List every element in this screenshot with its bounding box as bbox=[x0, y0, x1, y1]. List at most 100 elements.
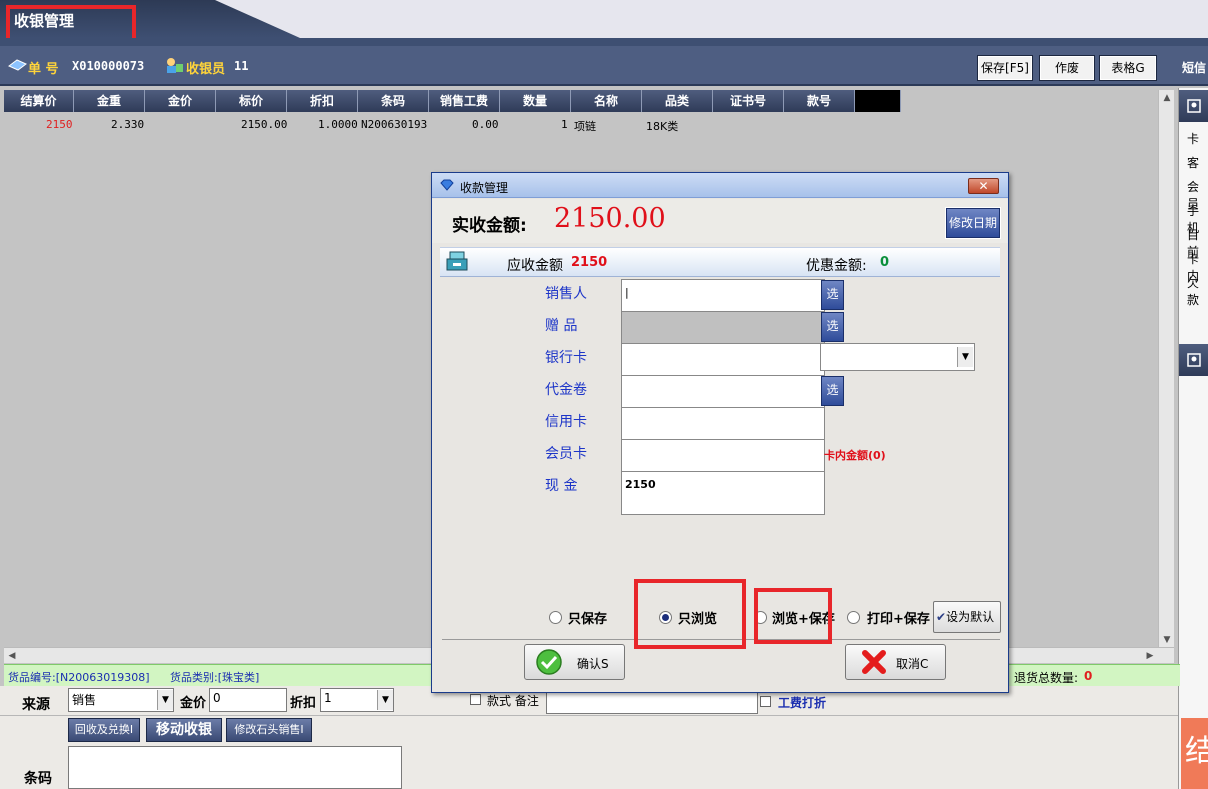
info-bar: 单 号 X010000073 收银员 11 保存[F5] 作废 表格G 短信 bbox=[0, 46, 1208, 86]
cash-input[interactable]: 2150 bbox=[621, 471, 825, 515]
actual-amount-label: 实收金额: bbox=[452, 216, 527, 236]
col-list-price[interactable]: 标价 bbox=[216, 90, 287, 112]
gold-price-label: 金价 bbox=[180, 696, 207, 711]
scroll-right-icon[interactable]: ▶ bbox=[1142, 648, 1158, 664]
due-amount-label: 应收金额 bbox=[507, 258, 563, 274]
cell-name: 项链 bbox=[574, 120, 596, 133]
grid-vertical-scrollbar[interactable]: ▲ ▼ bbox=[1158, 90, 1174, 648]
cell-labor-fee: 0.00 bbox=[472, 118, 499, 131]
labor-discount-label: 工费打折 bbox=[778, 696, 827, 710]
col-discount[interactable]: 折扣 bbox=[287, 90, 358, 112]
chevron-down-icon[interactable]: ▼ bbox=[157, 690, 173, 710]
cashier-label: 收银员 bbox=[186, 62, 226, 77]
scroll-up-icon[interactable]: ▲ bbox=[1159, 90, 1175, 106]
col-labor-fee[interactable]: 销售工费 bbox=[429, 90, 500, 112]
scroll-down-icon[interactable]: ▼ bbox=[1159, 632, 1175, 648]
item-category-status: 货品类别:[珠宝类] bbox=[170, 671, 260, 684]
scroll-left-icon[interactable]: ◀ bbox=[4, 648, 20, 664]
col-barcode[interactable]: 条码 bbox=[358, 90, 429, 112]
chevron-down-icon[interactable]: ▼ bbox=[957, 347, 973, 367]
cash-label: 现 金 bbox=[545, 478, 578, 494]
chevron-down-icon[interactable]: ▼ bbox=[377, 690, 393, 710]
discount-label: 折扣 bbox=[290, 696, 317, 711]
table-button[interactable]: 表格G bbox=[1099, 55, 1157, 81]
amount-row: 实收金额: 2150.00 修改日期 bbox=[432, 199, 1008, 243]
diamond-icon bbox=[440, 179, 454, 191]
style-checkbox[interactable] bbox=[470, 694, 481, 705]
gift-label: 赠 品 bbox=[545, 318, 578, 334]
col-settle-price[interactable]: 结算价 bbox=[4, 90, 74, 112]
cash-register-icon bbox=[444, 249, 470, 273]
col-gold-weight[interactable]: 金重 bbox=[74, 90, 145, 112]
col-extra[interactable] bbox=[855, 90, 901, 112]
order-no-label: 单 号 bbox=[28, 62, 59, 77]
modify-date-button[interactable]: 修改日期 bbox=[945, 207, 1001, 239]
barcode-input[interactable] bbox=[68, 746, 402, 789]
radio-print-save-label[interactable]: 打印+保存 bbox=[867, 608, 930, 627]
form-divider bbox=[0, 715, 1178, 716]
book-icon bbox=[8, 58, 28, 72]
cashier-icon bbox=[164, 56, 184, 74]
return-total-label: 退货总数量: bbox=[1014, 671, 1079, 685]
bank-select[interactable]: ▼ bbox=[820, 343, 975, 371]
cell-gold-weight: 2.330 bbox=[111, 118, 145, 131]
cell-qty: 1 bbox=[561, 118, 568, 131]
note-input[interactable] bbox=[546, 690, 758, 714]
col-name[interactable]: 名称 bbox=[571, 90, 642, 112]
return-total-value: 0 bbox=[1084, 669, 1093, 683]
checkout-button[interactable]: 结 bbox=[1181, 718, 1208, 789]
cancel-button[interactable]: 取消C bbox=[845, 644, 946, 680]
cell-list-price: 2150.00 bbox=[241, 118, 288, 131]
salesperson-pick-button[interactable]: 选 bbox=[821, 280, 844, 310]
set-default-label: 设为默认 bbox=[946, 610, 995, 624]
radio-save-only[interactable] bbox=[549, 611, 562, 624]
confirm-label: 确认S bbox=[577, 657, 609, 671]
col-qty[interactable]: 数量 bbox=[500, 90, 571, 112]
recycle-exchange-button[interactable]: 回收及兑换I bbox=[68, 718, 140, 742]
col-category[interactable]: 品类 bbox=[642, 90, 713, 112]
gift-pick-button[interactable]: 选 bbox=[821, 312, 844, 342]
set-default-button[interactable]: ✔设为默认 bbox=[933, 601, 1001, 633]
sms-button[interactable]: 短信 bbox=[1182, 59, 1206, 76]
source-label: 来源 bbox=[22, 697, 50, 713]
due-amount-value: 2150 bbox=[571, 255, 608, 270]
modify-stone-sale-button[interactable]: 修改石头销售I bbox=[226, 718, 312, 742]
source-select[interactable]: 销售 ▼ bbox=[68, 688, 174, 712]
side-panel-header[interactable] bbox=[1179, 90, 1208, 122]
close-icon[interactable]: ✕ bbox=[968, 178, 999, 194]
cancel-label: 取消C bbox=[896, 657, 929, 671]
voucher-pick-button[interactable]: 选 bbox=[821, 376, 844, 406]
bank-card-label: 银行卡 bbox=[545, 350, 587, 366]
side-label-debt: 欠款 bbox=[1187, 276, 1200, 307]
card-balance-text: 卡内金额(0) bbox=[824, 449, 886, 462]
discount-amount-label: 优惠金额: bbox=[806, 258, 867, 274]
col-certificate[interactable]: 证书号 bbox=[713, 90, 784, 112]
gold-price-input[interactable]: 0 bbox=[209, 688, 287, 712]
save-button[interactable]: 保存[F5] bbox=[977, 55, 1033, 81]
confirm-button[interactable]: 确认S bbox=[524, 644, 625, 680]
radio-print-save[interactable] bbox=[847, 611, 860, 624]
close-x-icon bbox=[860, 648, 888, 676]
side-label-card: 卡 bbox=[1187, 132, 1200, 146]
mobile-checkout-button[interactable]: 移动收银 bbox=[146, 718, 222, 742]
entry-form: 来源 销售 ▼ 金价 0 折扣 1 ▼ 款式 备注 工费打折 回收及兑换I 移动… bbox=[0, 686, 1178, 789]
col-gold-price[interactable]: 金价 bbox=[145, 90, 216, 112]
barcode-label: 条码 bbox=[24, 771, 52, 787]
voucher-label: 代金卷 bbox=[545, 382, 587, 398]
discount-amount-value: 0 bbox=[880, 255, 890, 270]
grid-header: 结算价 金重 金价 标价 折扣 条码 销售工费 数量 名称 品类 证书号 款号 bbox=[4, 90, 901, 112]
highlight-box-browse-only bbox=[634, 579, 746, 649]
salesperson-label: 销售人 bbox=[545, 286, 587, 302]
summary-band: 应收金额 2150 优惠金额: 0 bbox=[440, 247, 1000, 277]
labor-discount-checkbox[interactable] bbox=[760, 696, 771, 707]
void-button[interactable]: 作废 bbox=[1039, 55, 1095, 81]
dialog-title: 收款管理 bbox=[460, 181, 509, 195]
member-side-panel: 卡 客 会员 手机 目前 卡内 欠款 结 bbox=[1178, 88, 1208, 789]
cell-discount: 1.0000 bbox=[318, 118, 358, 131]
radio-save-only-label[interactable]: 只保存 bbox=[568, 608, 607, 627]
col-style-no[interactable]: 款号 bbox=[784, 90, 855, 112]
discount-select[interactable]: 1 ▼ bbox=[320, 688, 394, 712]
side-panel-header-2[interactable] bbox=[1179, 344, 1208, 376]
dialog-title-bar[interactable]: 收款管理 ✕ bbox=[432, 173, 1008, 198]
cell-category: 18K类 bbox=[646, 120, 679, 133]
